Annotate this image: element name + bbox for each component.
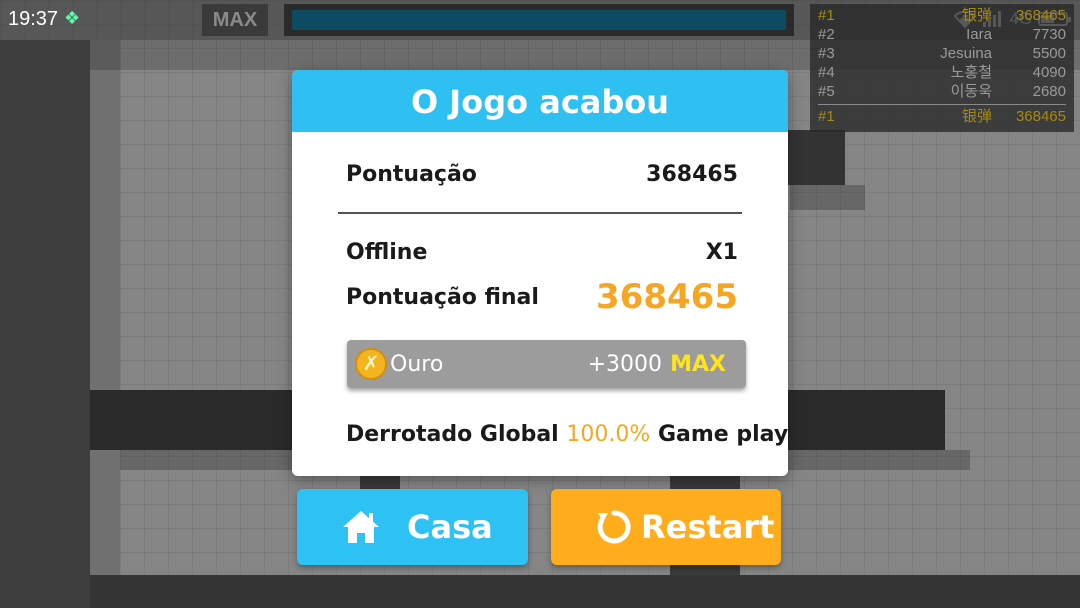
leaderboard-name: Jesuina: [940, 45, 992, 62]
score-row: Pontuação 368465: [346, 162, 738, 187]
mode-row: Offline X1: [346, 240, 738, 265]
defeat-percent: 100.0%: [566, 422, 651, 447]
score-value: 368465: [646, 162, 738, 187]
leaderboard: #1 银弹 368465 #2 Iara 7730 #3 Jesuina 550…: [810, 4, 1074, 132]
leaderboard-name: 이동욱: [950, 83, 992, 100]
leaderboard-divider: [818, 104, 1066, 105]
leaderboard-score: 4090: [1032, 64, 1066, 81]
defeat-suffix: Game players: [657, 422, 788, 447]
gold-reward-bar: ✗ Ouro +3000 MAX: [347, 340, 746, 388]
gold-coin-icon: ✗: [355, 348, 387, 380]
leaderboard-rank: #1: [818, 7, 835, 24]
leaderboard-row: #2 Iara 7730: [818, 25, 1066, 44]
restart-icon: [597, 510, 631, 544]
restart-button[interactable]: Restart: [551, 489, 781, 565]
leaderboard-row: #5 이동욱 2680: [818, 82, 1066, 101]
leaderboard-score: 368465: [1015, 7, 1066, 24]
score-label: Pontuação: [346, 162, 477, 187]
leaderboard-self-name: 银弹: [961, 108, 992, 125]
gold-label: Ouro: [390, 352, 444, 377]
upper-block-shadow: [790, 185, 865, 210]
game-app-icon: ❖: [64, 8, 81, 29]
mode-label: Offline: [346, 240, 428, 265]
leaderboard-self-row: #1 银弹 368465: [818, 107, 1066, 126]
leaderboard-rank: #5: [818, 83, 835, 100]
left-wall-shade: [90, 40, 120, 608]
clock: 19:37: [8, 8, 59, 30]
max-badge: MAX: [202, 4, 268, 36]
leaderboard-name: Iara: [966, 26, 992, 43]
progress-fill: [292, 10, 786, 30]
leaderboard-row: #4 노홍철 4090: [818, 63, 1066, 82]
bottom-bar: [90, 575, 1080, 608]
home-button-label: Casa: [407, 508, 493, 546]
leaderboard-rank: #2: [818, 26, 835, 43]
gold-max-badge: MAX: [670, 352, 726, 377]
leaderboard-score: 2680: [1032, 83, 1066, 100]
final-score-row: Pontuação final 368465: [346, 277, 738, 317]
dialog-title: O Jogo acabou: [292, 70, 788, 132]
game-over-dialog: O Jogo acabou Pontuação 368465 Offline X…: [292, 70, 788, 476]
final-score-label: Pontuação final: [346, 284, 539, 310]
leaderboard-name: 노홍철: [950, 64, 992, 81]
restart-button-label: Restart: [641, 508, 775, 546]
final-score-value: 368465: [596, 277, 738, 317]
leaderboard-row: #3 Jesuina 5500: [818, 44, 1066, 63]
leaderboard-rank: #3: [818, 45, 835, 62]
leaderboard-self-score: 368465: [1015, 108, 1066, 125]
gold-amount: +3000: [587, 352, 662, 377]
leaderboard-row: #1 银弹 368465: [818, 6, 1066, 25]
home-icon: [343, 511, 379, 543]
progress-bar: [284, 4, 794, 36]
defeat-stat: Derrotado Global 100.0% Game players: [346, 422, 788, 447]
leaderboard-name: 银弹: [961, 7, 992, 24]
defeat-prefix: Derrotado Global: [346, 422, 559, 447]
leaderboard-self-rank: #1: [818, 108, 835, 125]
score-divider: [338, 212, 742, 214]
left-wall: [0, 40, 90, 608]
leaderboard-rank: #4: [818, 64, 835, 81]
home-button[interactable]: Casa: [297, 489, 528, 565]
mode-value: X1: [705, 240, 738, 265]
leaderboard-score: 7730: [1032, 26, 1066, 43]
leaderboard-score: 5500: [1032, 45, 1066, 62]
upper-block: [780, 130, 845, 185]
